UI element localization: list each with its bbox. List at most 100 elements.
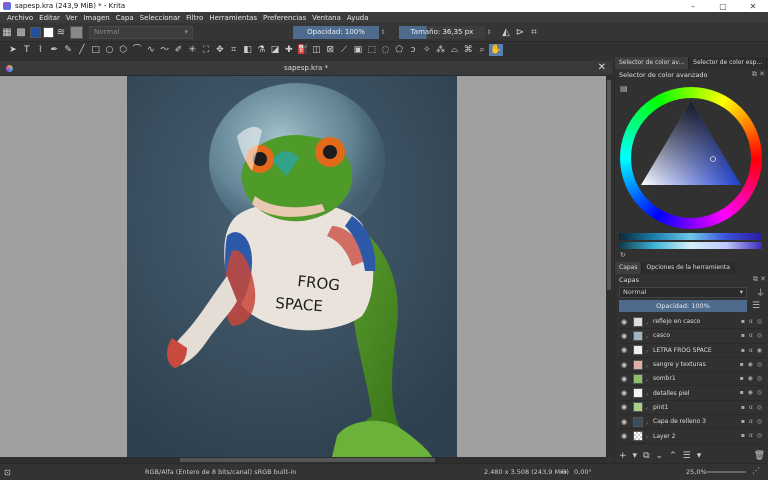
layer-flags-icon[interactable]: ▪ α ◎	[741, 418, 763, 425]
layer-row[interactable]: ◉ ⸝ sombr1 ▪ ◉ ◎	[619, 372, 765, 387]
zoom-tool-icon[interactable]: ⌕	[475, 44, 489, 56]
visibility-eye-icon[interactable]: ◉	[619, 346, 629, 354]
ellipse-tool-icon[interactable]: ○	[103, 44, 117, 56]
mirror-vertical-icon[interactable]: ⊳	[513, 26, 527, 39]
polygon-tool-icon[interactable]: ⬡	[116, 44, 130, 56]
opacity-spin-icon[interactable]: ⇕	[379, 29, 387, 36]
menu-seleccionar[interactable]: Seleccionar	[137, 14, 184, 22]
freehand-select-icon[interactable]: ↄ	[406, 44, 420, 56]
layer-row[interactable]: ◉ ⸝ reflejo en casco ▪ α ◎	[619, 315, 765, 330]
visibility-eye-icon[interactable]: ◉	[619, 375, 629, 383]
layer-flags-icon[interactable]: ▪ α ◎	[741, 318, 763, 325]
tab-advanced-color[interactable]: Selector de color av...	[615, 57, 690, 69]
similar-select-icon[interactable]: ⁂	[434, 44, 448, 56]
float-close-icon[interactable]: ⧉ ✕	[753, 275, 766, 284]
layer-properties-icon[interactable]: ☰	[683, 451, 691, 461]
mirror-horizontal-icon[interactable]: ◭	[499, 26, 513, 39]
color-gradient-bar-1[interactable]	[619, 233, 762, 240]
layer-row[interactable]: ◉ ⸝ sangre y texturas ▪ ◉ ◎	[619, 358, 765, 373]
menu-imagen[interactable]: Imagen	[80, 14, 112, 22]
brush-preview[interactable]	[70, 25, 83, 39]
layer-row[interactable]: ◉ ⸝ Layer 2 ▪ α ◎	[619, 429, 765, 444]
brush-size-slider[interactable]: Tamaño: 36,35 px	[399, 25, 485, 39]
reference-images-icon[interactable]: ▣	[351, 44, 365, 56]
menu-filtro[interactable]: Filtro	[183, 14, 206, 22]
rectangle-tool-icon[interactable]: □	[89, 44, 103, 56]
delete-layer-icon[interactable]: 🗑	[754, 451, 765, 461]
menu-archivo[interactable]: Archivo	[4, 14, 36, 22]
layer-row[interactable]: ◉ ⸝ casco ▪ α ◎	[619, 329, 765, 344]
float-close-icon[interactable]: ⧉ ✕	[752, 70, 765, 79]
pan-tool-icon[interactable]: ✋	[488, 43, 503, 56]
bezier-tool-icon[interactable]: ∿	[144, 44, 158, 56]
assistant-tool-icon[interactable]: ⊠	[323, 44, 337, 56]
visibility-eye-icon[interactable]: ◉	[619, 403, 629, 411]
visibility-eye-icon[interactable]: ◉	[619, 389, 629, 397]
calligraphy-icon[interactable]: ✒	[47, 44, 61, 56]
layer-flags-icon[interactable]: ▪ ◉ ◎	[740, 375, 763, 382]
layer-flags-icon[interactable]: ▪ ◉ ◎	[740, 389, 763, 396]
close-document-icon[interactable]: ✕	[598, 62, 606, 73]
layer-flags-icon[interactable]: ▪ α ◎	[741, 332, 763, 339]
menu-herramientas[interactable]: Herramientas	[206, 14, 260, 22]
brush-presets-icon[interactable]: ≋	[54, 26, 68, 39]
multibrush-icon[interactable]: ✳	[185, 44, 199, 56]
pattern-icon[interactable]: ▩	[14, 26, 28, 39]
text-tool-icon[interactable]: T	[20, 44, 34, 56]
select-tool-icon[interactable]: ➤	[6, 44, 20, 56]
selection-indicator-icon[interactable]: ⊡	[4, 468, 11, 477]
visibility-eye-icon[interactable]: ◉	[619, 361, 629, 369]
visibility-eye-icon[interactable]: ◉	[619, 432, 629, 440]
canvas-artwork[interactable]: FROG SPACE	[127, 76, 457, 457]
rotation-icon[interactable]: ⊶	[560, 468, 567, 476]
resize-grip-icon[interactable]: ⋰	[752, 466, 760, 475]
zoom-slider[interactable]	[706, 471, 746, 473]
menu-preferencias[interactable]: Preferencias	[260, 14, 309, 22]
layer-row[interactable]: ◉ ⸝ detalles piel ▪ ◉ ◎	[619, 386, 765, 401]
smart-patch-icon[interactable]: ✚	[282, 44, 296, 56]
tab-specific-color[interactable]: Selector de color esp...	[689, 57, 768, 69]
layer-flags-icon[interactable]: ▪ ◉ ◎	[740, 361, 763, 368]
visibility-eye-icon[interactable]: ◉	[619, 318, 629, 326]
horizontal-scroll-thumb[interactable]	[180, 458, 435, 462]
tab-layers[interactable]: Capas	[615, 262, 643, 274]
move-tool-icon[interactable]: ✥	[213, 44, 227, 56]
rect-select-icon[interactable]: ⬚	[365, 44, 379, 56]
layer-flags-icon[interactable]: ▪ α ◉	[741, 347, 763, 354]
size-spin-icon[interactable]: ⇕	[485, 29, 493, 36]
bezier-select-icon[interactable]: ⌓	[448, 44, 462, 56]
menu-editar[interactable]: Editar	[36, 14, 63, 22]
layer-row[interactable]: ◉ ⸝ LETRA FROG SPACE ▪ α ◉	[619, 344, 765, 358]
menu-ventana[interactable]: Ventana	[309, 14, 344, 22]
gradient-pattern-icon[interactable]: ▦	[0, 26, 14, 39]
freehand-path-icon[interactable]: 〜	[158, 44, 172, 56]
filter-icon[interactable]: ⏚	[756, 286, 765, 299]
dynamic-brush-icon[interactable]: ✐	[172, 44, 186, 56]
brush-tool-icon[interactable]: ✎	[61, 44, 75, 56]
magnetic-select-icon[interactable]: ⌘	[461, 44, 475, 56]
layer-row[interactable]: ◉ ⸝ Capa de relleno 3 ▪ α ◎	[619, 415, 765, 430]
menu-capa[interactable]: Capa	[113, 14, 137, 22]
gradient-tool-icon[interactable]: ◧	[241, 44, 255, 56]
refresh-icon[interactable]: ↻	[620, 251, 626, 259]
vertical-scrollbar[interactable]	[606, 76, 612, 457]
blend-mode-select[interactable]: Normal ▾	[89, 25, 193, 39]
vertical-scroll-thumb[interactable]	[607, 80, 611, 290]
duplicate-layer-icon[interactable]: ⧉	[643, 451, 649, 461]
transform-tool-icon[interactable]: ⛶	[199, 44, 213, 56]
menu-ver[interactable]: Ver	[63, 14, 80, 22]
color-gradient-bar-2[interactable]	[619, 242, 762, 249]
measure-tool-icon[interactable]: ⟋	[337, 44, 351, 56]
layer-blend-mode-select[interactable]: Normal ▾	[619, 286, 747, 298]
foreground-color-swatch[interactable]	[30, 26, 41, 38]
tab-tool-options[interactable]: Opciones de la herramienta	[642, 262, 735, 274]
polygon-select-icon[interactable]: ⬠	[392, 44, 406, 56]
visibility-eye-icon[interactable]: ◉	[619, 332, 629, 340]
line-tool-icon[interactable]: ╱	[75, 44, 89, 56]
menu-ayuda[interactable]: Ayuda	[344, 14, 372, 22]
layer-flags-icon[interactable]: ▪ α ◎	[741, 432, 763, 439]
move-layer-up-icon[interactable]: ⌃	[669, 451, 677, 461]
chevron-down-icon[interactable]: ▾	[697, 451, 702, 461]
layer-row[interactable]: ◉ ⸝ pint1 ▪ α ◎	[619, 401, 765, 416]
opacity-slider[interactable]: Opacidad: 100%	[293, 25, 379, 39]
